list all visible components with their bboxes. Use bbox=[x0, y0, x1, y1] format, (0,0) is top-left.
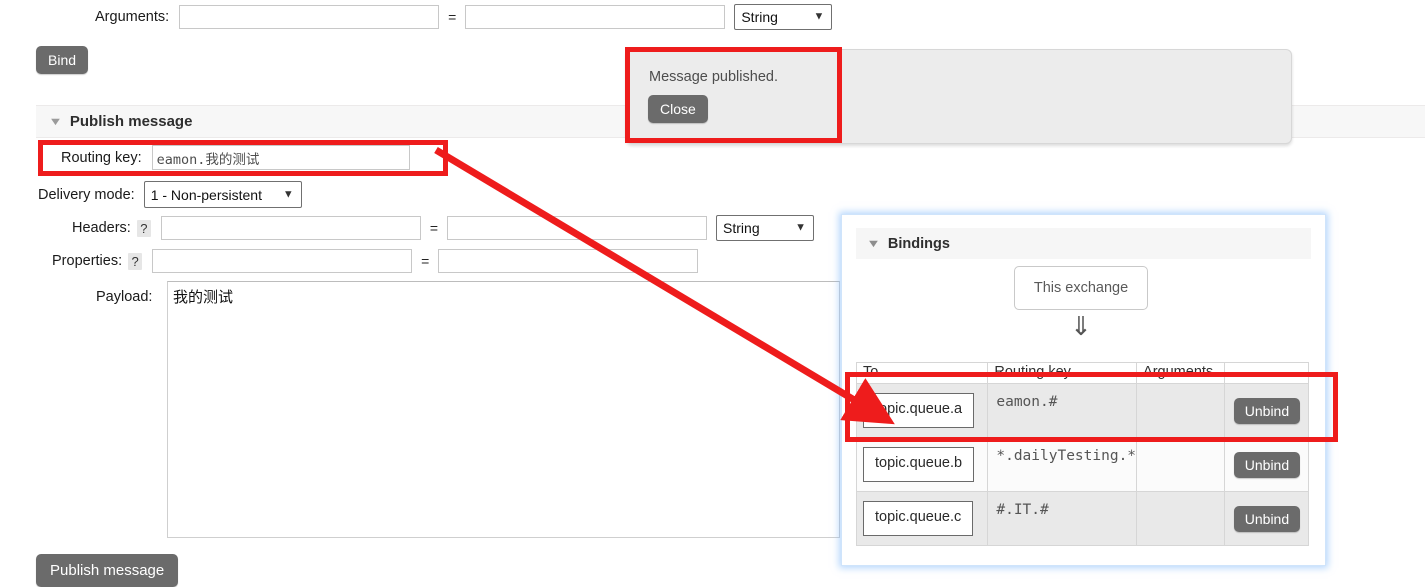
unbind-button[interactable]: Unbind bbox=[1233, 505, 1301, 532]
publish-message-title: Publish message bbox=[69, 113, 193, 130]
collapse-triangle-icon[interactable]: ▼ bbox=[48, 116, 63, 128]
chevron-down-icon: ▼ bbox=[813, 10, 825, 23]
table-row: topic.queue.b *.dailyTesting.* Unbind bbox=[855, 437, 1310, 492]
bind-arguments-label: Arguments: bbox=[95, 9, 170, 25]
rabbitmq-exchange-page: Arguments: = String ▼ Bind ▼ Publish mes… bbox=[0, 0, 1425, 587]
binding-action-cell: Unbind bbox=[1223, 437, 1310, 492]
this-exchange-button[interactable]: This exchange bbox=[1014, 266, 1148, 310]
headers-label: Headers: bbox=[72, 220, 131, 236]
properties-help-icon[interactable]: ? bbox=[128, 252, 143, 270]
binding-routing-key-cell: *.dailyTesting.* bbox=[987, 437, 1138, 492]
bind-arguments-type-value: String bbox=[741, 9, 778, 25]
headers-type-value: String bbox=[723, 220, 760, 236]
unbind-button[interactable]: Unbind bbox=[1233, 451, 1301, 478]
delivery-mode-select[interactable]: 1 - Non-persistent ▼ bbox=[143, 181, 302, 208]
delivery-mode-value: 1 - Non-persistent bbox=[150, 186, 262, 203]
properties-key-input[interactable] bbox=[152, 249, 413, 273]
binding-action-cell: Unbind bbox=[1223, 491, 1310, 546]
binding-arguments-cell bbox=[1136, 437, 1225, 492]
bind-arguments-value-input[interactable] bbox=[465, 5, 726, 29]
binding-routing-key: *.dailyTesting.* bbox=[996, 447, 1137, 464]
headers-row: Headers: ? = String ▼ bbox=[72, 215, 815, 241]
binding-to-cell: topic.queue.c bbox=[855, 491, 989, 546]
chevron-down-icon: ▼ bbox=[795, 221, 807, 234]
binding-routing-key-cell: #.IT.# bbox=[987, 491, 1138, 546]
payload-textarea[interactable]: 我的测试 bbox=[167, 281, 840, 538]
publish-message-button[interactable]: Publish message bbox=[36, 554, 179, 587]
headers-equals: = bbox=[429, 220, 439, 236]
bindings-title: Bindings bbox=[887, 235, 950, 252]
payload-text: 我的测试 bbox=[173, 288, 234, 306]
annotation-box-message-published bbox=[625, 47, 842, 143]
bind-button[interactable]: Bind bbox=[36, 46, 89, 75]
properties-label: Properties: bbox=[52, 253, 123, 269]
double-down-arrow-icon: ⇓ bbox=[1070, 312, 1092, 342]
properties-value-input[interactable] bbox=[438, 249, 699, 273]
delivery-mode-row: Delivery mode: 1 - Non-persistent ▼ bbox=[38, 181, 302, 208]
delivery-mode-label: Delivery mode: bbox=[38, 186, 135, 203]
binding-to-cell: topic.queue.b bbox=[855, 437, 989, 492]
collapse-triangle-icon[interactable]: ▼ bbox=[866, 238, 881, 250]
payload-label: Payload: bbox=[96, 289, 153, 305]
table-row: topic.queue.c #.IT.# Unbind bbox=[855, 491, 1310, 546]
bind-arguments-equals: = bbox=[448, 9, 457, 25]
properties-equals: = bbox=[421, 253, 430, 269]
chevron-down-icon: ▼ bbox=[282, 187, 294, 200]
headers-type-select[interactable]: String ▼ bbox=[716, 215, 815, 241]
bind-arguments-key-input[interactable] bbox=[179, 5, 440, 29]
properties-row: Properties: ? = bbox=[52, 249, 699, 273]
queue-link[interactable]: topic.queue.c bbox=[863, 501, 974, 536]
this-exchange-label: This exchange bbox=[1033, 280, 1129, 296]
annotation-box-routing-key bbox=[38, 140, 448, 176]
annotation-box-first-binding-row bbox=[845, 372, 1338, 442]
binding-arguments-cell bbox=[1136, 491, 1225, 546]
queue-link[interactable]: topic.queue.b bbox=[863, 447, 975, 482]
bindings-section-header[interactable]: ▼ Bindings bbox=[856, 228, 1311, 259]
bind-arguments-type-select[interactable]: String ▼ bbox=[734, 4, 833, 30]
bind-arguments-row: Arguments: = String ▼ bbox=[95, 4, 833, 30]
binding-routing-key: #.IT.# bbox=[996, 501, 1049, 518]
headers-value-input[interactable] bbox=[447, 216, 708, 240]
headers-key-input[interactable] bbox=[160, 216, 421, 240]
headers-help-icon[interactable]: ? bbox=[136, 219, 151, 237]
